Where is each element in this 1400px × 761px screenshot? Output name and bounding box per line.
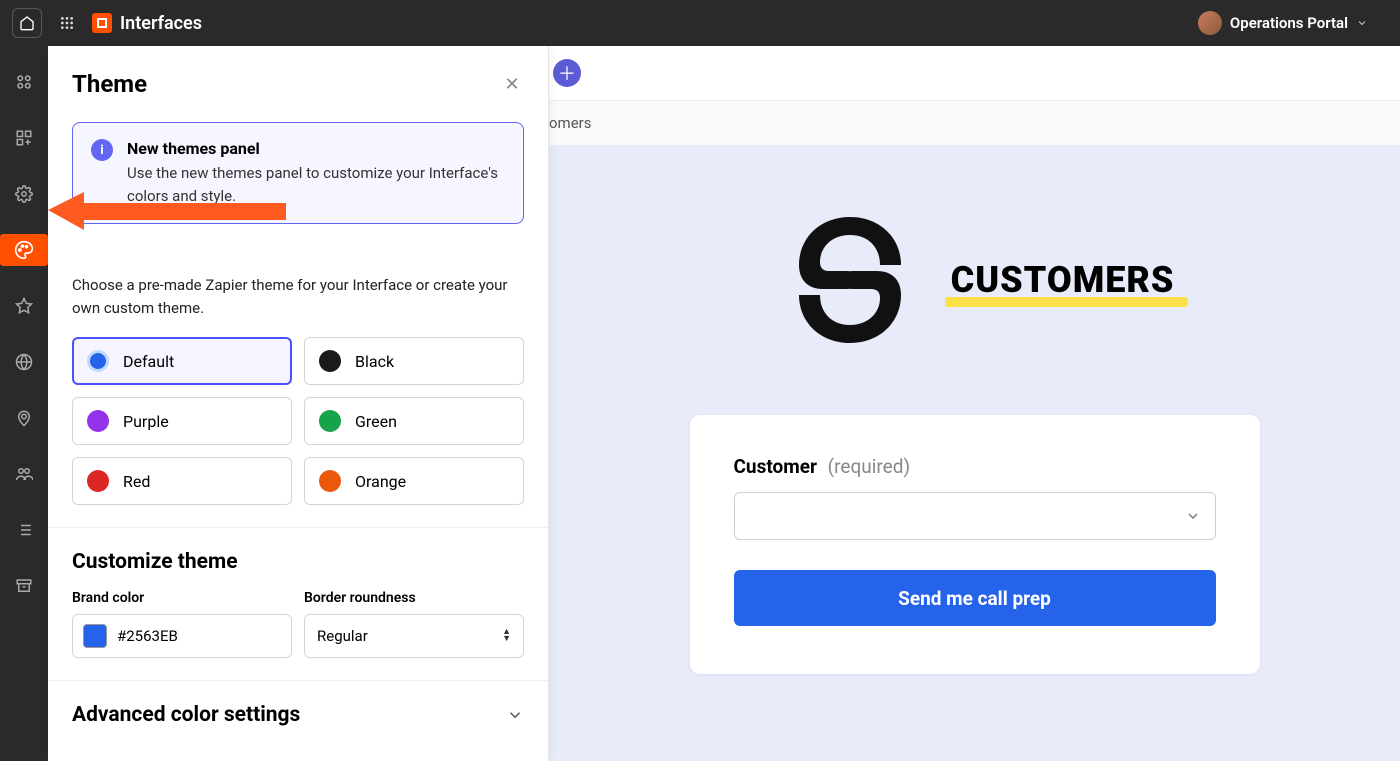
- star-icon: [15, 297, 33, 315]
- required-indicator: (required): [828, 455, 910, 478]
- palette-icon: [14, 240, 34, 260]
- interfaces-logo: [92, 13, 112, 33]
- swatch-green: [319, 410, 341, 432]
- pin-icon: [15, 409, 33, 427]
- rail-item-archive[interactable]: [0, 570, 48, 602]
- customer-select[interactable]: [734, 492, 1216, 540]
- theme-chooser-section: Choose a pre-made Zapier theme for your …: [48, 252, 548, 527]
- info-banner: i New themes panel Use the new themes pa…: [72, 122, 524, 224]
- theme-option-red[interactable]: Red: [72, 457, 292, 505]
- stepper-icon: ▲▼: [502, 629, 511, 643]
- workspace-switcher[interactable]: Operations Portal: [1198, 11, 1368, 35]
- breadcrumb-bar: omers: [549, 101, 1400, 145]
- list-icon: [15, 521, 33, 539]
- theme-option-black[interactable]: Black: [304, 337, 524, 385]
- users-icon: [15, 465, 33, 483]
- swatch-black: [319, 350, 341, 372]
- theme-option-label: Red: [123, 472, 150, 491]
- panel-title: Theme: [72, 70, 147, 98]
- advanced-title: Advanced color settings: [72, 703, 506, 727]
- chevron-down-icon: [506, 706, 524, 724]
- rail-item-list[interactable]: [0, 514, 48, 546]
- topbar: Interfaces Operations Portal: [0, 0, 1400, 46]
- info-banner-title: New themes panel: [127, 139, 505, 158]
- gear-icon: [15, 185, 33, 203]
- left-nav-rail: [0, 46, 48, 761]
- submit-label: Send me call prep: [898, 587, 1051, 610]
- theme-option-label: Black: [355, 352, 394, 371]
- add-tab-button[interactable]: ＋: [553, 59, 581, 87]
- plus-icon: ＋: [558, 60, 576, 86]
- border-roundness-value: Regular: [317, 627, 368, 645]
- workspace-name: Operations Portal: [1230, 14, 1348, 32]
- border-roundness-label: Border roundness: [304, 590, 524, 606]
- theme-option-label: Default: [123, 352, 174, 371]
- close-icon: ✕: [504, 74, 519, 95]
- theme-option-label: Purple: [123, 412, 169, 431]
- info-banner-body: Use the new themes panel to customize yo…: [127, 162, 505, 207]
- squares-icon: [15, 73, 33, 91]
- rail-item-add[interactable]: [0, 122, 48, 154]
- customize-title: Customize theme: [72, 550, 524, 574]
- border-roundness-select[interactable]: Regular ▲▼: [304, 614, 524, 658]
- brand-color-value: #2563EB: [117, 627, 178, 645]
- swatch-purple: [87, 410, 109, 432]
- theme-options-grid: Default Black Purple Green Red Orange: [72, 337, 524, 505]
- globe-icon: [15, 353, 33, 371]
- add-squares-icon: [15, 129, 33, 147]
- hero-title: CUSTOMERS: [951, 259, 1175, 301]
- app-title: Interfaces: [120, 13, 202, 34]
- swatch-orange: [319, 470, 341, 492]
- canvas: CUSTOMERS Customer (required) Send me ca…: [549, 145, 1400, 761]
- rail-item-location[interactable]: [0, 402, 48, 434]
- submit-button[interactable]: Send me call prep: [734, 570, 1216, 626]
- swatch-default: [87, 350, 109, 372]
- rail-item-settings[interactable]: [0, 178, 48, 210]
- rail-item-favorites[interactable]: [0, 290, 48, 322]
- theme-option-default[interactable]: Default: [72, 337, 292, 385]
- chevron-down-icon: [1356, 17, 1368, 29]
- tab-bar: ＋: [549, 46, 1400, 101]
- theme-option-green[interactable]: Green: [304, 397, 524, 445]
- rail-item-dashboard[interactable]: [0, 66, 48, 98]
- avatar: [1198, 11, 1222, 35]
- brand-color-input[interactable]: #2563EB: [72, 614, 292, 658]
- brand-color-label: Brand color: [72, 590, 292, 606]
- swatch-red: [87, 470, 109, 492]
- close-button[interactable]: ✕: [500, 72, 524, 96]
- home-icon: [19, 15, 35, 31]
- grid-icon: [59, 15, 75, 31]
- form-card: Customer (required) Send me call prep: [690, 415, 1260, 674]
- hero: CUSTOMERS: [775, 205, 1175, 355]
- archive-icon: [15, 577, 33, 595]
- info-icon: i: [91, 139, 113, 161]
- theme-option-label: Green: [355, 412, 397, 431]
- rail-item-globe[interactable]: [0, 346, 48, 378]
- theme-option-purple[interactable]: Purple: [72, 397, 292, 445]
- home-button[interactable]: [12, 8, 42, 38]
- advanced-color-settings[interactable]: Advanced color settings: [48, 680, 548, 749]
- theme-option-orange[interactable]: Orange: [304, 457, 524, 505]
- chooser-description: Choose a pre-made Zapier theme for your …: [72, 274, 524, 319]
- rail-item-users[interactable]: [0, 458, 48, 490]
- rail-item-theme[interactable]: [0, 234, 48, 266]
- chevron-down-icon: [1185, 508, 1201, 524]
- apps-grid-button[interactable]: [52, 8, 82, 38]
- company-logo: [775, 205, 925, 355]
- theme-option-label: Orange: [355, 472, 406, 491]
- theme-panel: Theme ✕ i New themes panel Use the new t…: [48, 46, 549, 761]
- color-swatch-preview: [83, 624, 107, 648]
- breadcrumb-text: omers: [549, 114, 592, 132]
- customize-section: Customize theme Brand color #2563EB Bord…: [48, 527, 548, 680]
- main-area: ＋ omers CUSTOMERS Customer (required) Se…: [549, 46, 1400, 761]
- form-field-label: Customer (required): [734, 455, 1216, 478]
